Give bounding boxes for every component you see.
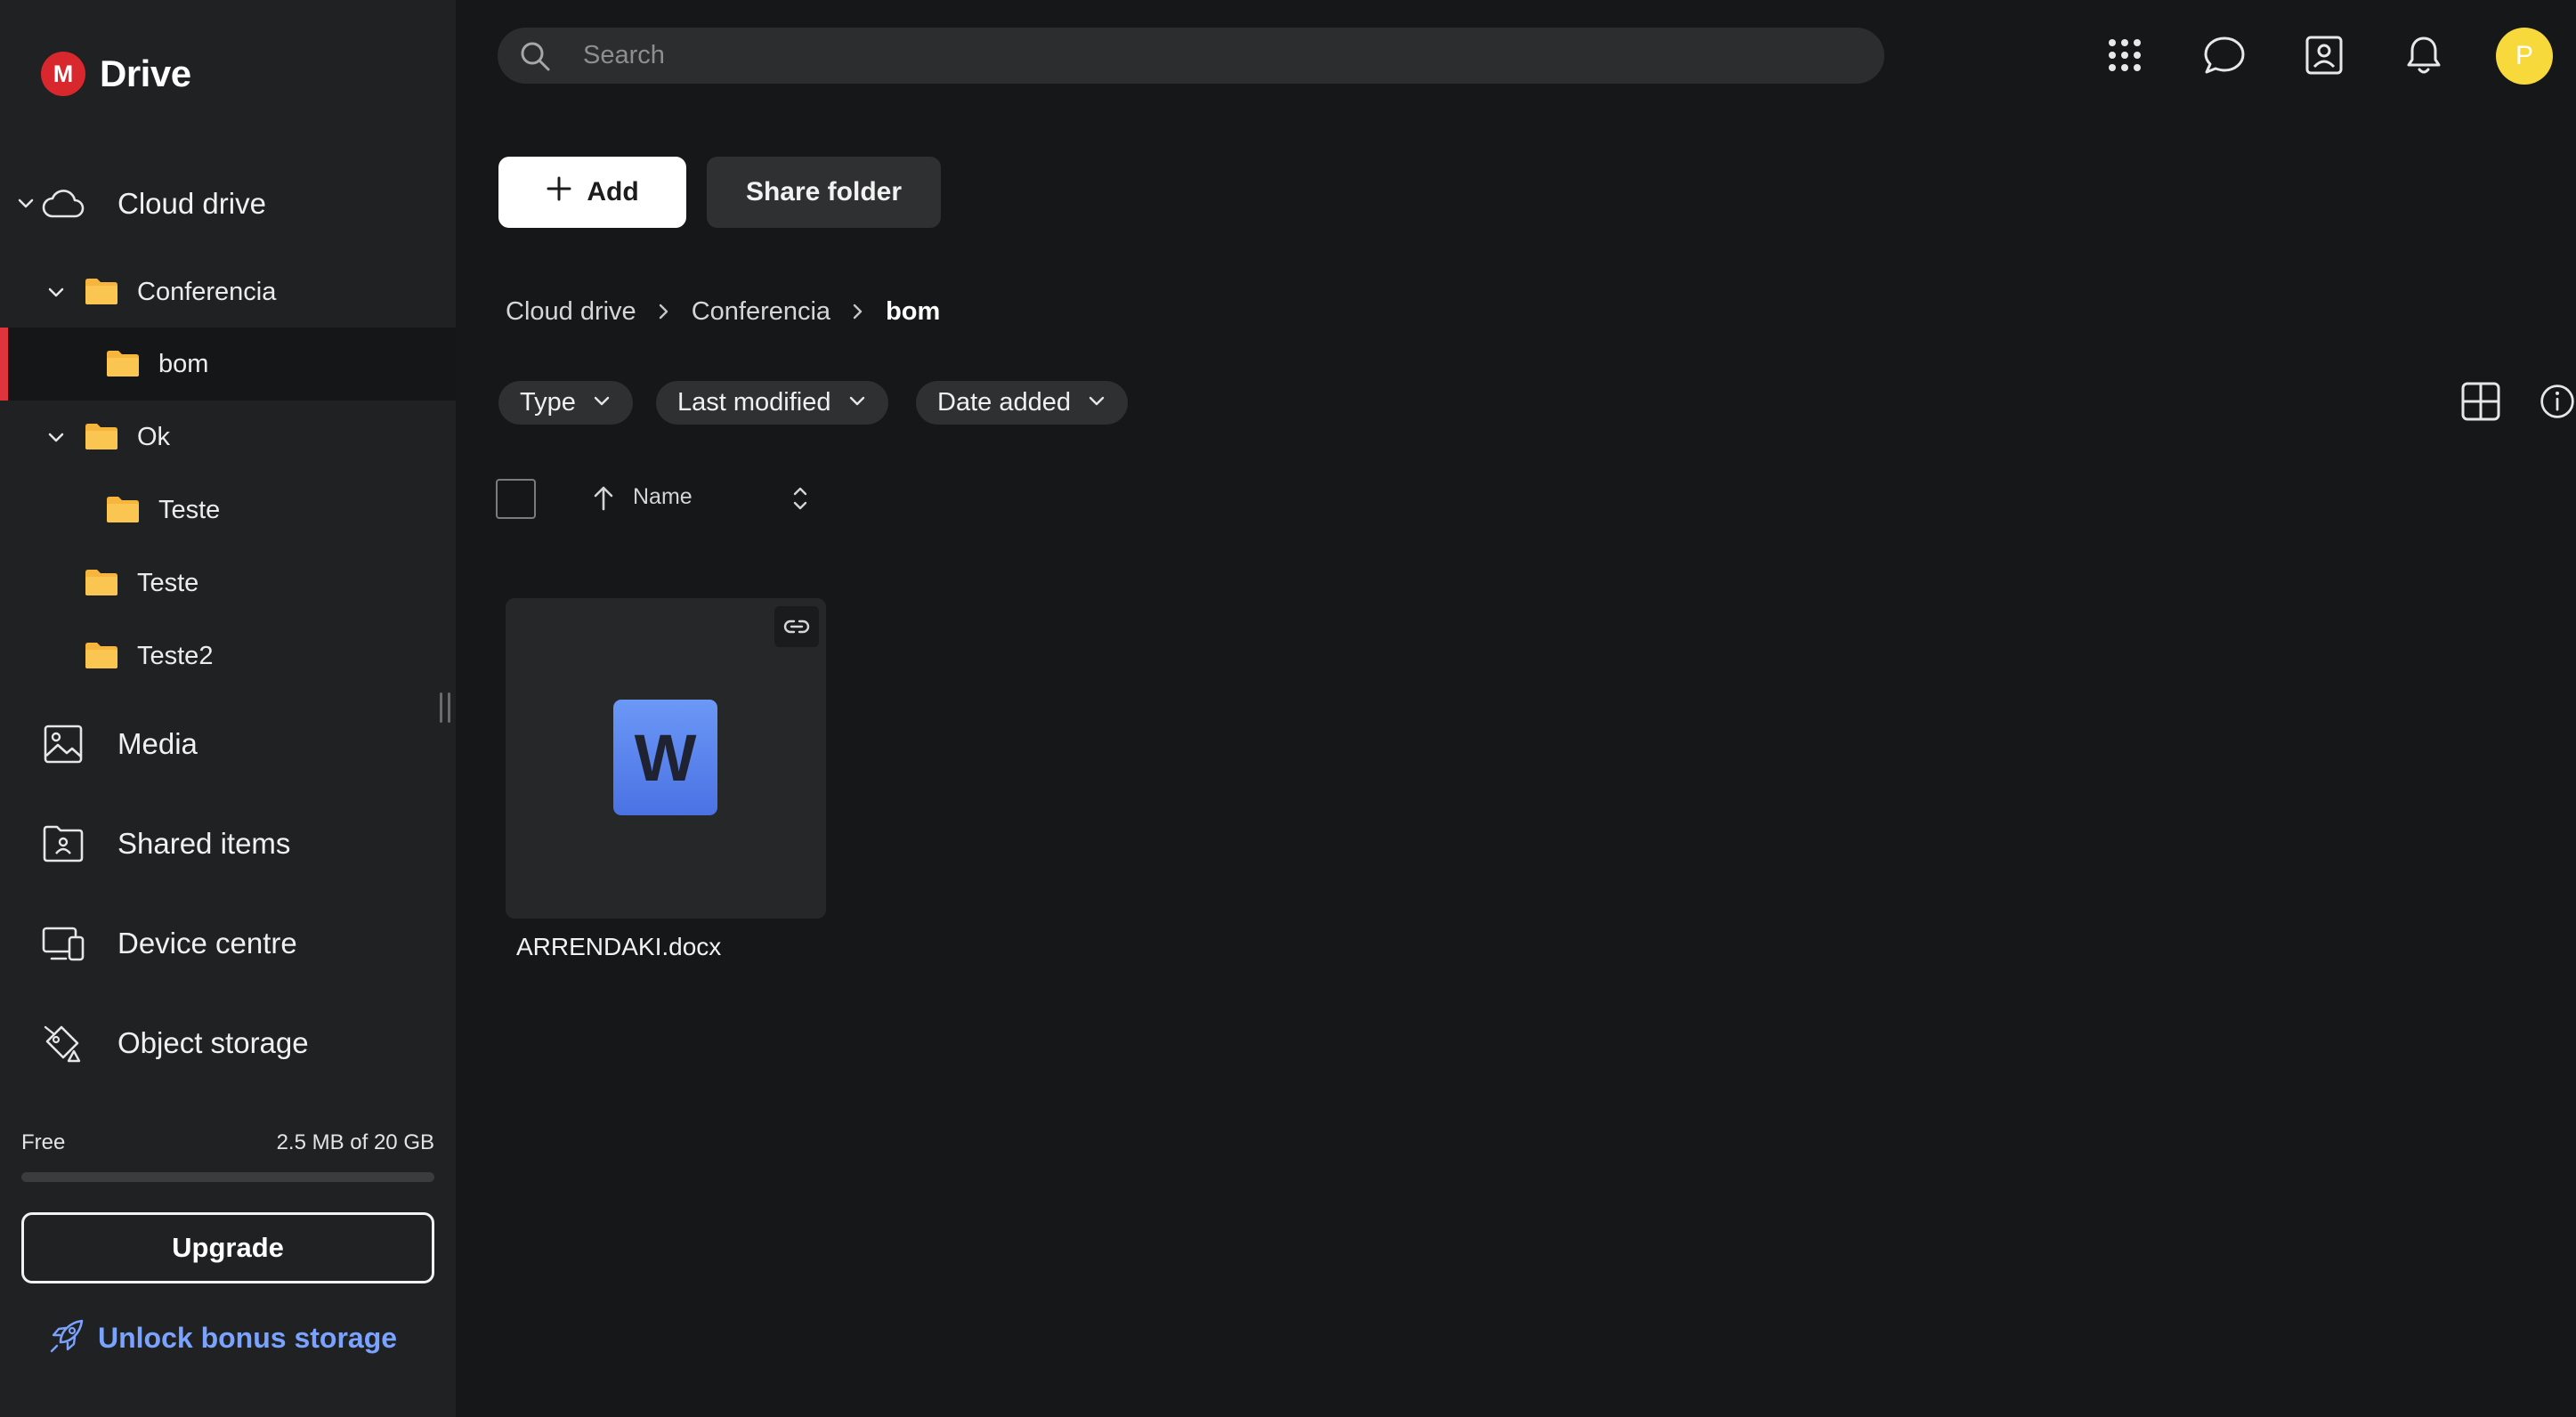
tree-item-label: Conferencia (137, 277, 277, 306)
add-button-label: Add (587, 177, 639, 206)
tree-item-label: Teste (137, 568, 199, 597)
storage-progress-bar (21, 1172, 434, 1182)
rocket-icon (48, 1317, 85, 1359)
avatar[interactable]: P (2496, 28, 2553, 85)
object-storage-icon (41, 1021, 85, 1065)
bell-icon[interactable] (2397, 28, 2450, 82)
folder-icon (107, 351, 139, 377)
search-input[interactable] (583, 28, 1847, 84)
share-folder-button[interactable]: Share folder (707, 157, 941, 228)
select-all-checkbox[interactable] (496, 479, 536, 519)
sidebar: M Drive Cloud drive Conferencia bom Ok T… (0, 0, 456, 1417)
shared-folder-icon (41, 822, 85, 866)
folder-icon (85, 424, 117, 449)
breadcrumb-item[interactable]: Cloud drive (506, 297, 636, 327)
add-button[interactable]: Add (498, 157, 686, 228)
sidebar-item-label: Media (117, 727, 198, 760)
filter-date-added[interactable]: Date added (916, 381, 1128, 425)
sidebar-item-cloud-drive[interactable]: Cloud drive (0, 163, 456, 245)
sidebar-item-media[interactable]: Media (0, 703, 456, 785)
tree-item-label: Teste (158, 495, 221, 524)
word-document-icon: W (613, 700, 717, 815)
breadcrumb: Cloud drive Conferencia bom (506, 294, 940, 329)
tree-item-label: bom (158, 349, 209, 378)
sidebar-item-label: Cloud drive (117, 187, 266, 220)
storage-plan: Free (21, 1130, 66, 1154)
chevron-down-icon[interactable] (46, 427, 66, 451)
contacts-icon[interactable] (2297, 28, 2351, 82)
filter-label: Date added (937, 388, 1071, 417)
tree-item-bom[interactable]: bom (0, 328, 456, 401)
apps-grid-icon[interactable] (2098, 28, 2151, 82)
grid-view-icon[interactable] (2457, 377, 2505, 425)
mega-logo-icon: M (41, 52, 85, 96)
filter-label: Type (520, 388, 576, 417)
chevron-down-icon (1087, 388, 1106, 417)
chat-icon[interactable] (2198, 28, 2251, 82)
search-icon (519, 40, 551, 77)
sidebar-item-device-centre[interactable]: Device centre (0, 903, 456, 984)
link-icon (774, 606, 819, 647)
chevron-right-icon (656, 302, 672, 321)
cloud-icon (41, 182, 85, 226)
chevron-right-icon (850, 302, 866, 321)
chevron-down-icon (592, 388, 612, 417)
file-name[interactable]: ARRENDAKI.docx (516, 933, 721, 961)
sidebar-item-label: Object storage (117, 1026, 309, 1059)
tree-item-teste2[interactable]: Teste2 (0, 619, 456, 692)
chevron-down-icon[interactable] (46, 282, 66, 306)
breadcrumb-current: bom (886, 296, 941, 326)
folder-icon (85, 570, 117, 595)
plus-icon (546, 175, 572, 209)
brand-name: Drive (100, 53, 191, 94)
tree-item-conferencia[interactable]: Conferencia (0, 255, 456, 328)
storage-summary: Free 2.5 MB of 20 GB (21, 1130, 434, 1155)
filter-type[interactable]: Type (498, 381, 633, 425)
tree-item-teste-nested[interactable]: Teste (0, 474, 456, 547)
arrow-up-icon[interactable] (591, 485, 616, 516)
tree-item-ok[interactable]: Ok (0, 401, 456, 474)
storage-usage: 2.5 MB of 20 GB (276, 1130, 434, 1154)
sidebar-item-label: Device centre (117, 927, 297, 960)
devices-icon (41, 921, 85, 966)
brand[interactable]: M Drive (41, 52, 191, 96)
filter-label: Last modified (677, 388, 831, 417)
column-header-name[interactable]: Name (633, 484, 693, 510)
folder-icon (107, 497, 139, 522)
chevron-down-icon[interactable] (16, 193, 36, 217)
tree-item-teste[interactable]: Teste (0, 547, 456, 619)
sidebar-item-shared-items[interactable]: Shared items (0, 803, 456, 885)
sidebar-item-object-storage[interactable]: Object storage (0, 1002, 456, 1084)
sidebar-item-label: Shared items (117, 827, 291, 860)
app-root: M Drive Cloud drive Conferencia bom Ok T… (0, 0, 2576, 1417)
sort-toggle-icon[interactable] (790, 482, 811, 519)
chevron-down-icon (847, 388, 867, 417)
unlock-bonus-storage-link[interactable]: Unlock bonus storage (48, 1317, 397, 1359)
tree-item-label: Teste2 (137, 641, 214, 670)
tree-item-label: Ok (137, 422, 171, 451)
bonus-label: Unlock bonus storage (98, 1322, 398, 1354)
breadcrumb-item[interactable]: Conferencia (692, 297, 830, 327)
upgrade-button[interactable]: Upgrade (21, 1212, 434, 1283)
image-icon (41, 722, 85, 766)
search-bar[interactable] (498, 28, 1884, 84)
folder-icon (85, 279, 117, 304)
info-icon[interactable] (2539, 377, 2576, 425)
folder-icon (85, 643, 117, 668)
filter-last-modified[interactable]: Last modified (656, 381, 888, 425)
sidebar-resize-handle[interactable] (440, 692, 450, 723)
